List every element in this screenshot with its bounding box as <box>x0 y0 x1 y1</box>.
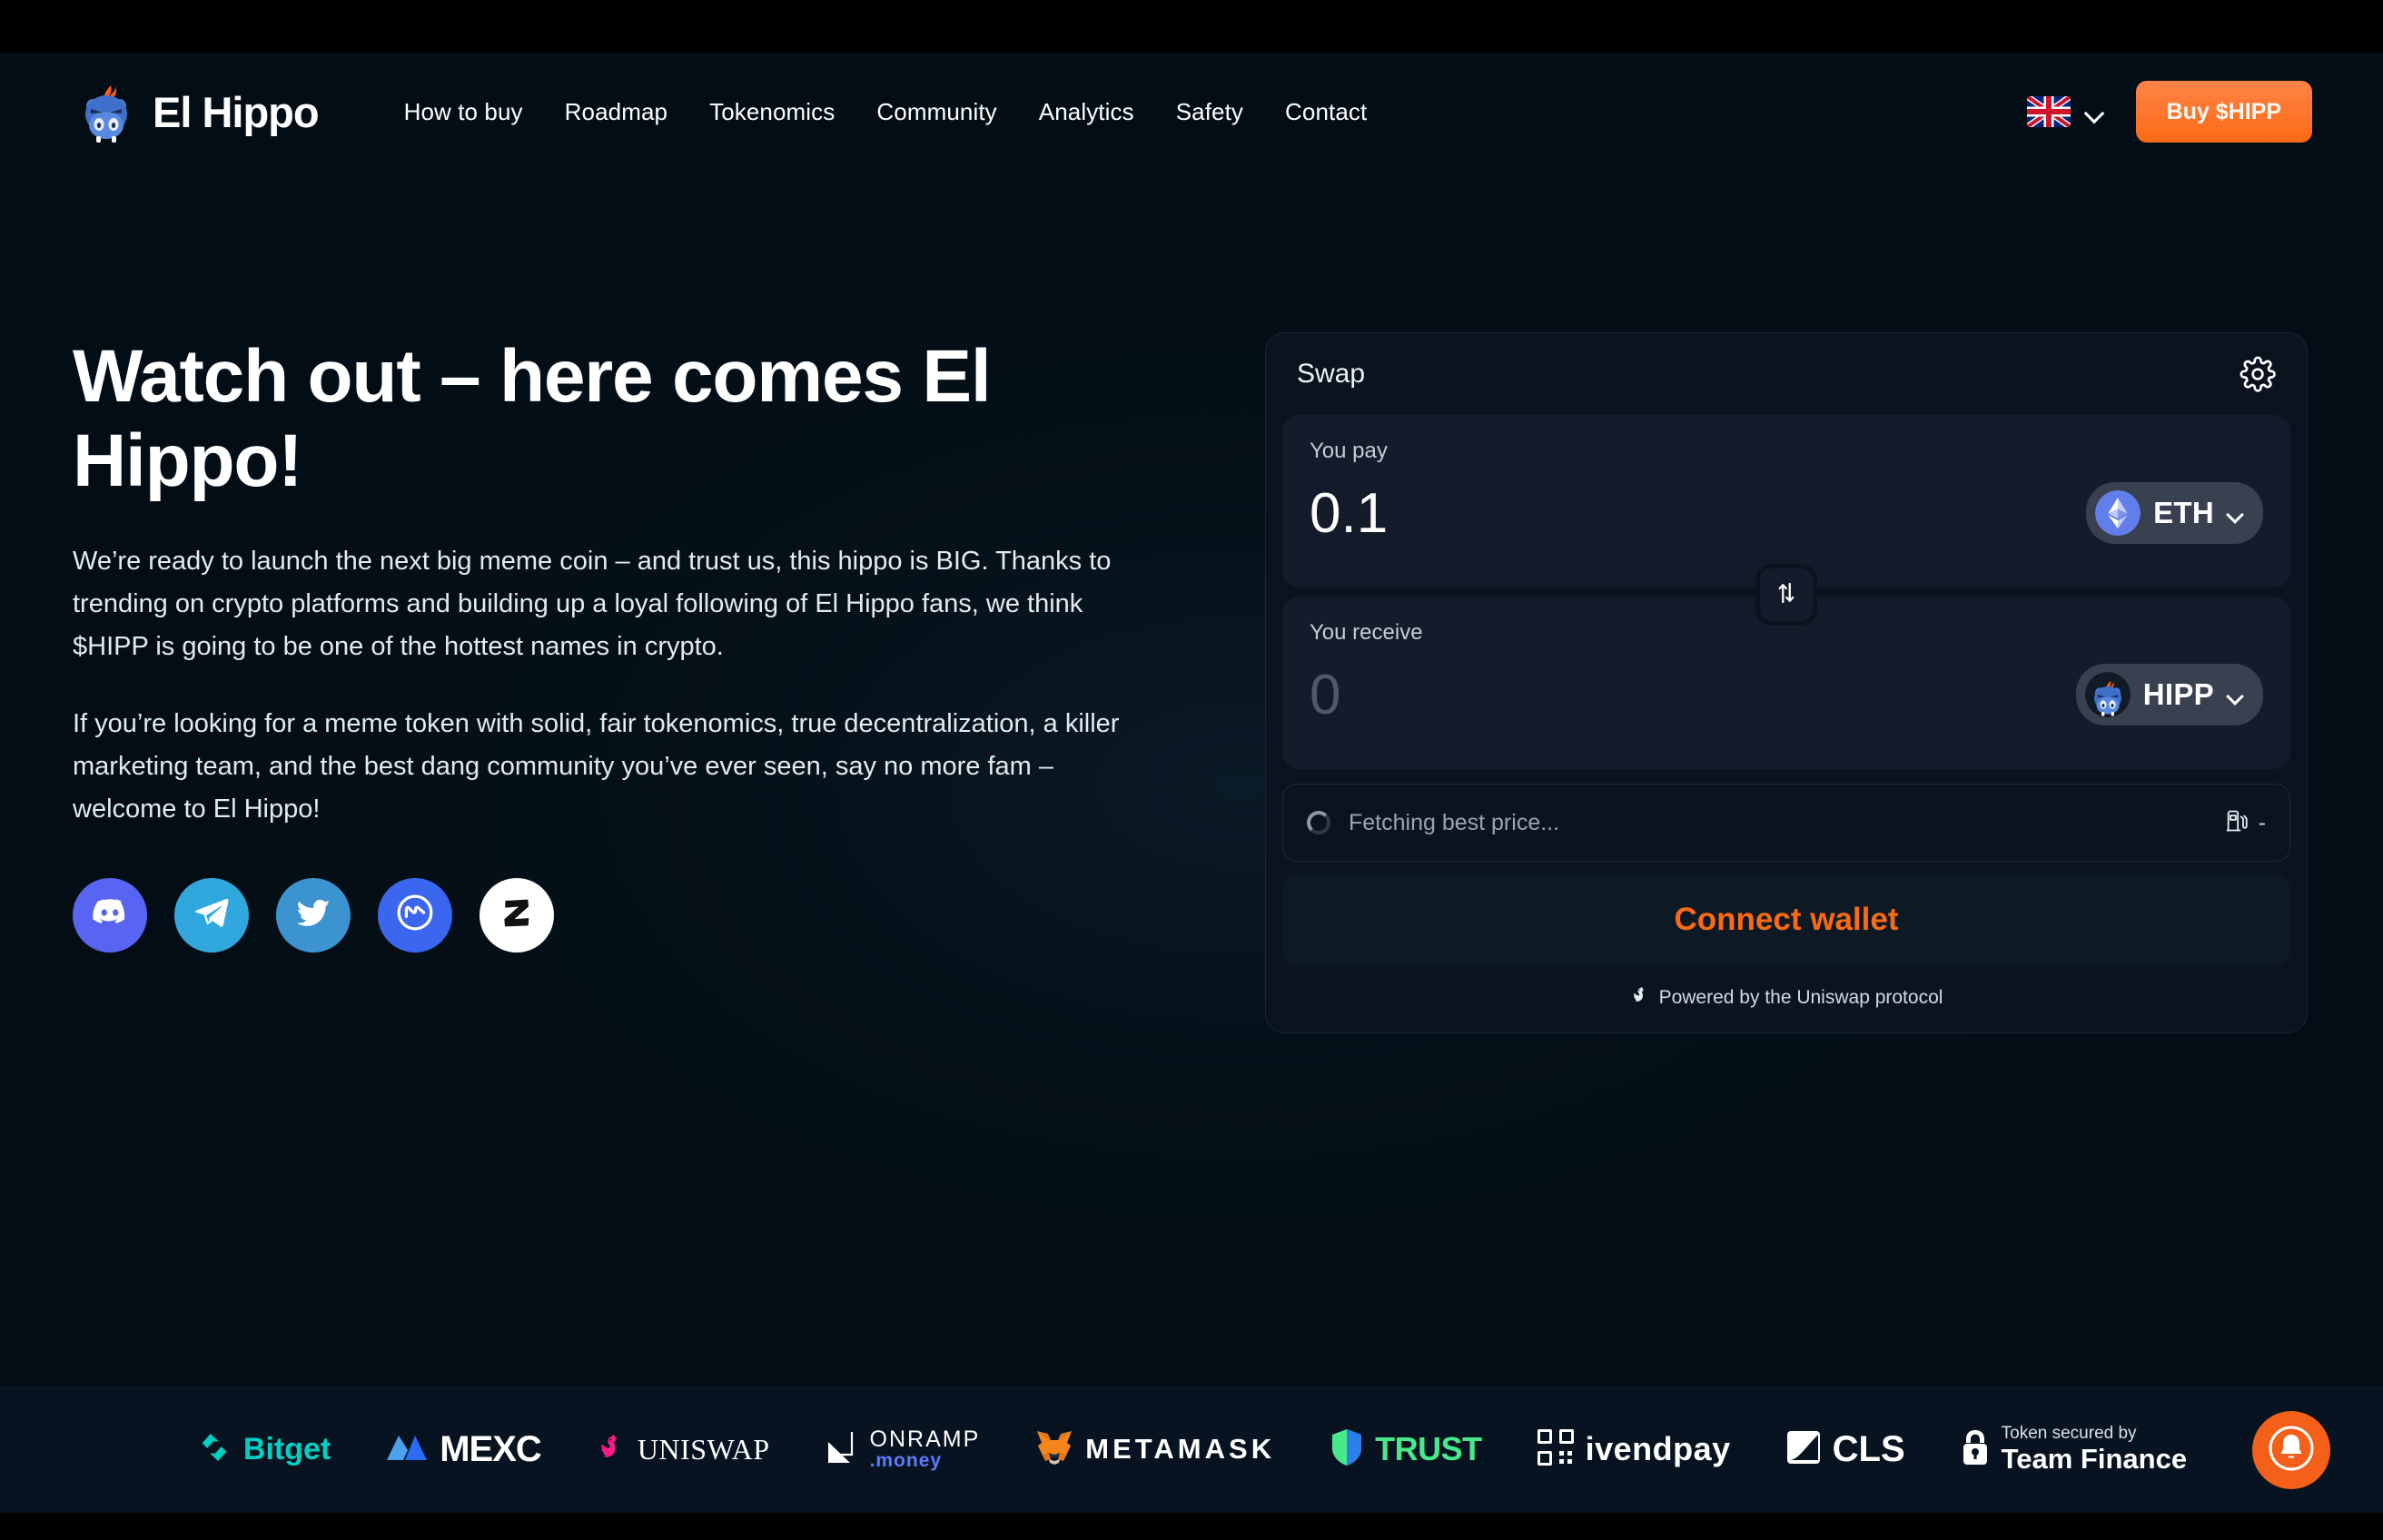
partner-name: Bitget <box>242 1431 331 1466</box>
page-title: Watch out – here comes El Hippo! <box>73 335 992 503</box>
pay-amount-input[interactable] <box>1310 480 1818 546</box>
nav-item-analytics[interactable]: Analytics <box>1039 98 1134 126</box>
partner-sub: Token secured by <box>2001 1424 2137 1443</box>
notification-button[interactable] <box>2252 1411 2330 1489</box>
partner-cls[interactable]: CLS <box>1785 1422 1905 1476</box>
swap-widget: Swap You pay 0.1 ETH You receive 0 HIPP … <box>1265 332 2308 1033</box>
header-actions: Buy $HIPP <box>2026 81 2312 143</box>
gas-value: - <box>2258 809 2266 835</box>
partner-name: Team Finance <box>2001 1442 2188 1475</box>
social-links <box>73 877 1153 953</box>
nav-item-safety[interactable]: Safety <box>1176 98 1243 126</box>
lock-icon <box>1960 1428 1991 1471</box>
price-status-text: Fetching best price... <box>1349 809 1560 835</box>
swap-direction-button[interactable] <box>1755 564 1817 626</box>
pay-token-symbol: ETH <box>2153 496 2214 529</box>
partner-onramp[interactable]: ONRAMP .money <box>825 1422 981 1476</box>
brand-logo-link[interactable]: El Hippo <box>73 78 320 145</box>
uk-flag-icon <box>2026 96 2071 127</box>
chevron-down-icon <box>2227 508 2245 518</box>
telegram-icon <box>193 893 231 936</box>
nav-item-roadmap[interactable]: Roadmap <box>565 98 667 126</box>
partner-bitget[interactable]: Bitget <box>196 1422 331 1476</box>
social-link-coinmarketcap[interactable] <box>378 877 452 953</box>
metamask-fox-icon <box>1034 1428 1074 1471</box>
main-navigation: How to buy Roadmap Tokenomics Community … <box>404 98 1368 126</box>
top-black-bar <box>0 0 2383 53</box>
partner-mexc[interactable]: MEXC <box>385 1422 542 1476</box>
receive-token-selector[interactable]: HIPP <box>2075 664 2263 726</box>
gear-icon[interactable] <box>2240 356 2276 392</box>
partner-logos-bar: Bitget MEXC UNISWAP ONRAMP .money METAMA… <box>0 1386 2383 1513</box>
page-content: El Hippo How to buy Roadmap Tokenomics C… <box>0 53 2383 1386</box>
partner-trust[interactable]: TRUST <box>1330 1422 1482 1476</box>
hero-section: Watch out – here comes El Hippo! We’re r… <box>73 334 1153 953</box>
swap-direction-icon <box>1773 579 1800 611</box>
ethereum-icon <box>2095 490 2141 536</box>
chevron-down-icon <box>2227 690 2245 700</box>
coinmarketcap-icon <box>394 892 436 938</box>
partner-name: UNISWAP <box>637 1432 770 1466</box>
bell-icon <box>2266 1423 2317 1478</box>
receive-amount-input[interactable] <box>1310 662 1818 727</box>
gas-pump-icon <box>2224 808 2250 838</box>
mexc-icon <box>385 1430 429 1469</box>
partner-name: MEXC <box>440 1428 542 1469</box>
bitget-icon <box>196 1429 232 1470</box>
swap-pay-panel: You pay ETH <box>1282 415 2290 587</box>
site-header: El Hippo How to buy Roadmap Tokenomics C… <box>0 53 2383 171</box>
loading-spinner-icon <box>1307 811 1330 834</box>
hippo-logo-icon <box>73 78 140 145</box>
partner-name: ivendpay <box>1585 1430 1731 1467</box>
nav-item-tokenomics[interactable]: Tokenomics <box>709 98 835 126</box>
pay-label: You pay <box>1310 439 1388 463</box>
pay-token-selector[interactable]: ETH <box>2086 482 2263 544</box>
language-selector[interactable] <box>2026 96 2105 127</box>
powered-by-text: Powered by the Uniswap protocol <box>1658 987 1943 1008</box>
twitter-icon <box>294 893 332 936</box>
partner-uniswap[interactable]: UNISWAP <box>596 1422 770 1476</box>
social-link-discord[interactable] <box>73 877 147 953</box>
nav-item-how-to-buy[interactable]: How to buy <box>404 98 523 126</box>
partner-name: ONRAMP <box>869 1426 981 1452</box>
onramp-icon <box>825 1429 859 1470</box>
uniswap-unicorn-icon <box>1630 985 1650 1011</box>
receive-token-symbol: HIPP <box>2142 677 2214 711</box>
swap-header: Swap <box>1282 333 2290 415</box>
social-link-telegram[interactable] <box>174 877 249 953</box>
partner-sub: .money <box>869 1450 943 1472</box>
social-link-zealy[interactable] <box>480 877 554 953</box>
connect-wallet-button[interactable]: Connect wallet <box>1282 874 2290 965</box>
powered-by-uniswap: Powered by the Uniswap protocol <box>1282 985 2290 1011</box>
nav-item-contact[interactable]: Contact <box>1285 98 1367 126</box>
ivendpay-qr-icon <box>1537 1428 1575 1471</box>
partner-ivendpay[interactable]: ivendpay <box>1537 1422 1731 1476</box>
brand-name: El Hippo <box>153 87 320 136</box>
buy-hipp-button[interactable]: Buy $HIPP <box>2135 81 2312 143</box>
trust-shield-icon <box>1330 1427 1364 1472</box>
swap-title: Swap <box>1297 359 1366 389</box>
partner-name: TRUST <box>1375 1430 1482 1467</box>
discord-icon <box>90 893 130 937</box>
social-link-twitter[interactable] <box>276 877 351 953</box>
bottom-black-bar <box>0 1513 2383 1540</box>
partner-team-finance[interactable]: Token secured by Team Finance <box>1960 1422 2187 1476</box>
partner-metamask[interactable]: METAMASK <box>1034 1422 1275 1476</box>
hippo-token-icon <box>2084 672 2131 717</box>
uniswap-icon <box>596 1432 627 1467</box>
partner-name: CLS <box>1832 1428 1905 1469</box>
hero-paragraph-1: We’re ready to launch the next big meme … <box>73 546 1112 661</box>
partner-name: METAMASK <box>1085 1433 1276 1465</box>
hero-paragraph-2: If you’re looking for a meme token with … <box>73 708 1120 824</box>
price-status-row: Fetching best price... - <box>1282 784 2290 862</box>
zealy-icon <box>499 894 535 935</box>
nav-item-community[interactable]: Community <box>876 98 996 126</box>
chevron-down-icon <box>2085 106 2105 117</box>
cls-icon <box>1785 1429 1822 1470</box>
